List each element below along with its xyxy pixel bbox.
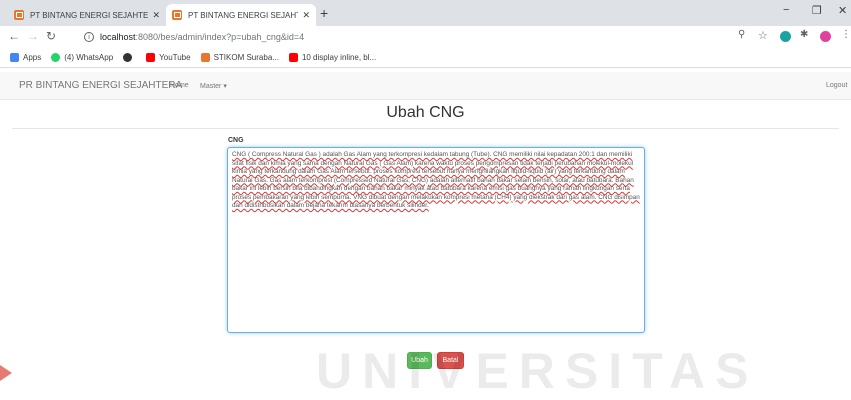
bookmark-apps[interactable]: Apps <box>10 53 41 62</box>
close-tab-icon[interactable]: ✕ <box>302 10 310 21</box>
extensions-puzzle-icon[interactable]: ✱ <box>800 29 808 40</box>
watermark-logo-icon <box>0 365 12 381</box>
bookmark-label: STIKOM Suraba... <box>213 53 279 62</box>
close-tab-icon[interactable]: ✕ <box>152 10 160 21</box>
whatsapp-icon <box>51 53 61 62</box>
youtube-icon <box>288 53 298 62</box>
nav-home[interactable]: Home <box>170 82 189 89</box>
browser-toolbar: ← → ↻ i localhost:8080/bes/admin/index?p… <box>0 26 851 48</box>
url-host: localhost <box>100 32 136 42</box>
browser-tab-1-title: PT BINTANG ENERGI SEJAHTERA <box>30 10 149 20</box>
bookmark-label: (4) WhatsApp <box>64 53 114 62</box>
site-favicon-icon <box>14 10 24 20</box>
bookmark-stikom[interactable]: STIKOM Suraba... <box>200 53 279 62</box>
bookmark-star-icon[interactable]: ☆ <box>758 29 768 42</box>
browser-menu-icon[interactable]: ⋮ <box>841 29 851 40</box>
close-window-button[interactable]: ✕ <box>838 4 847 17</box>
forward-arrow-icon[interactable]: → <box>27 29 39 43</box>
bookmark-whatsapp[interactable]: (4) WhatsApp <box>51 53 113 62</box>
site-info-icon[interactable]: i <box>84 32 94 42</box>
maximize-button[interactable]: ❐ <box>812 4 822 17</box>
address-bar[interactable]: i localhost:8080/bes/admin/index?p=ubah_… <box>84 29 304 45</box>
bookmark-youtube[interactable]: YouTube <box>146 53 191 62</box>
bookmark-label: 10 display inline, bl... <box>301 53 377 62</box>
nav-master-dropdown[interactable]: Master ▾ <box>200 82 227 90</box>
brand-link[interactable]: PR BINTANG ENERGI SEJAHTERA <box>19 80 182 91</box>
browser-tab-1[interactable]: PT BINTANG ENERGI SEJAHTERA ✕ <box>8 4 166 26</box>
bookmarks-bar: Apps (4) WhatsApp YouTube STIKOM Suraba.… <box>0 48 851 68</box>
new-tab-button[interactable]: + <box>320 5 328 21</box>
divider <box>12 128 839 129</box>
watermark-text: UNIVERSITAS <box>316 343 759 399</box>
stikom-icon <box>200 53 210 62</box>
browser-tab-strip: PT BINTANG ENERGI SEJAHTERA ✕ PT BINTANG… <box>0 0 851 26</box>
site-favicon-icon <box>172 10 182 20</box>
minimize-button[interactable]: − <box>783 4 789 16</box>
page-title: Ubah CNG <box>386 104 465 121</box>
bookmark-display-inline[interactable]: 10 display inline, bl... <box>288 53 377 62</box>
extension-icon[interactable] <box>780 31 791 42</box>
apps-grid-icon <box>10 53 19 62</box>
browser-tab-2-title: PT BINTANG ENERGI SEJAHTERA <box>188 10 298 20</box>
cng-textarea[interactable]: CNG ( Compress Natural Gas ) adalah Gas … <box>227 147 645 333</box>
browser-tab-2[interactable]: PT BINTANG ENERGI SEJAHTERA ✕ <box>166 4 316 26</box>
github-icon <box>123 53 133 62</box>
cng-field-label: CNG <box>228 137 244 144</box>
site-navbar: PR BINTANG ENERGI SEJAHTERA Home Master … <box>0 72 851 100</box>
nav-logout[interactable]: Logout <box>826 82 847 89</box>
reload-icon[interactable]: ↻ <box>46 29 56 43</box>
zoom-icon[interactable]: ⚲ <box>738 29 745 40</box>
url-path: :8080/bes/admin/index?p=ubah_cng&id=4 <box>135 32 305 42</box>
back-arrow-icon[interactable]: ← <box>8 29 20 43</box>
bookmark-label: YouTube <box>159 53 191 62</box>
bookmark-github[interactable] <box>123 53 136 62</box>
youtube-icon <box>146 53 156 62</box>
bookmark-label: Apps <box>23 53 42 62</box>
profile-avatar[interactable] <box>820 31 831 42</box>
